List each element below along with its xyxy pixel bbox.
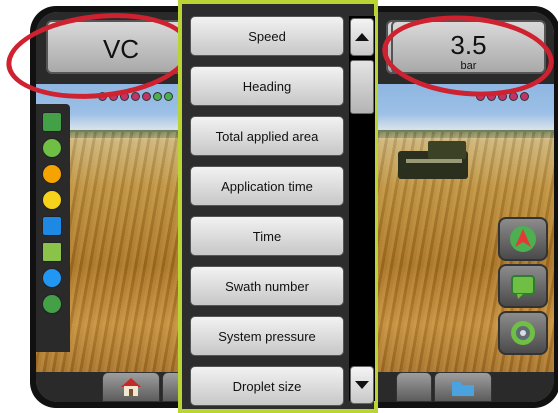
home-button[interactable]: [102, 372, 160, 402]
camera-view-button[interactable]: [498, 311, 548, 355]
section-indicator: [164, 92, 173, 101]
section-indicator: [142, 92, 151, 101]
right-status-tile[interactable]: 3.5 bar: [391, 20, 546, 74]
section-indicator: [120, 92, 129, 101]
left-status-tile[interactable]: VC: [46, 20, 196, 74]
section-indicator: [153, 92, 162, 101]
section-indicator: [98, 92, 107, 101]
gps-status-icon[interactable]: [42, 112, 62, 132]
section-indicator: [509, 92, 518, 101]
map-icon: [511, 275, 535, 299]
nav-tab-tools[interactable]: [396, 372, 432, 402]
warning-status-icon[interactable]: [42, 190, 62, 210]
right-tile-value: 3.5: [450, 30, 487, 60]
sensor-status-icon[interactable]: [42, 164, 62, 184]
folder-icon: [452, 382, 474, 396]
scrollbar-thumb[interactable]: [350, 60, 374, 114]
guidance-arrow-icon: [510, 226, 536, 252]
nav-tab-data[interactable]: [434, 372, 492, 402]
section-indicator: [131, 92, 140, 101]
section-indicator: [498, 92, 507, 101]
option-swath-number[interactable]: Swath number: [190, 266, 344, 306]
section-indicator: [109, 92, 118, 101]
option-total-applied-area[interactable]: Total applied area: [190, 116, 344, 156]
section-indicator: [487, 92, 496, 101]
camera-icon: [511, 321, 535, 345]
map-view-button[interactable]: [498, 264, 548, 308]
guidance-button[interactable]: [498, 217, 548, 261]
triangle-up-icon: [355, 33, 369, 41]
tilt-status-icon[interactable]: [42, 242, 62, 262]
lock-icon[interactable]: [42, 294, 62, 314]
option-speed[interactable]: Speed: [190, 16, 344, 56]
water-drop-icon[interactable]: [42, 268, 62, 288]
option-heading[interactable]: Heading: [190, 66, 344, 106]
boom-section-indicators-left: [98, 92, 173, 102]
left-tile-value: VC: [102, 34, 140, 64]
option-droplet-size[interactable]: Droplet size: [190, 366, 344, 406]
scroll-up-button[interactable]: [350, 18, 374, 56]
boom-section-indicators-right: [476, 92, 529, 102]
option-application-time[interactable]: Application time: [190, 166, 344, 206]
section-indicator: [520, 92, 529, 101]
home-icon: [121, 378, 141, 396]
scroll-down-button[interactable]: [350, 366, 374, 404]
steering-status-icon[interactable]: [42, 138, 62, 158]
combine-harvester-image: [398, 137, 490, 183]
left-status-column: [36, 104, 70, 352]
triangle-down-icon: [355, 381, 369, 389]
option-system-pressure[interactable]: System pressure: [190, 316, 344, 356]
section-indicator: [476, 92, 485, 101]
right-tile-unit: bar: [460, 60, 477, 72]
boom-status-icon[interactable]: [42, 216, 62, 236]
dashboard-value-dropdown: Speed Heading Total applied area Applica…: [178, 0, 378, 413]
option-time[interactable]: Time: [190, 216, 344, 256]
